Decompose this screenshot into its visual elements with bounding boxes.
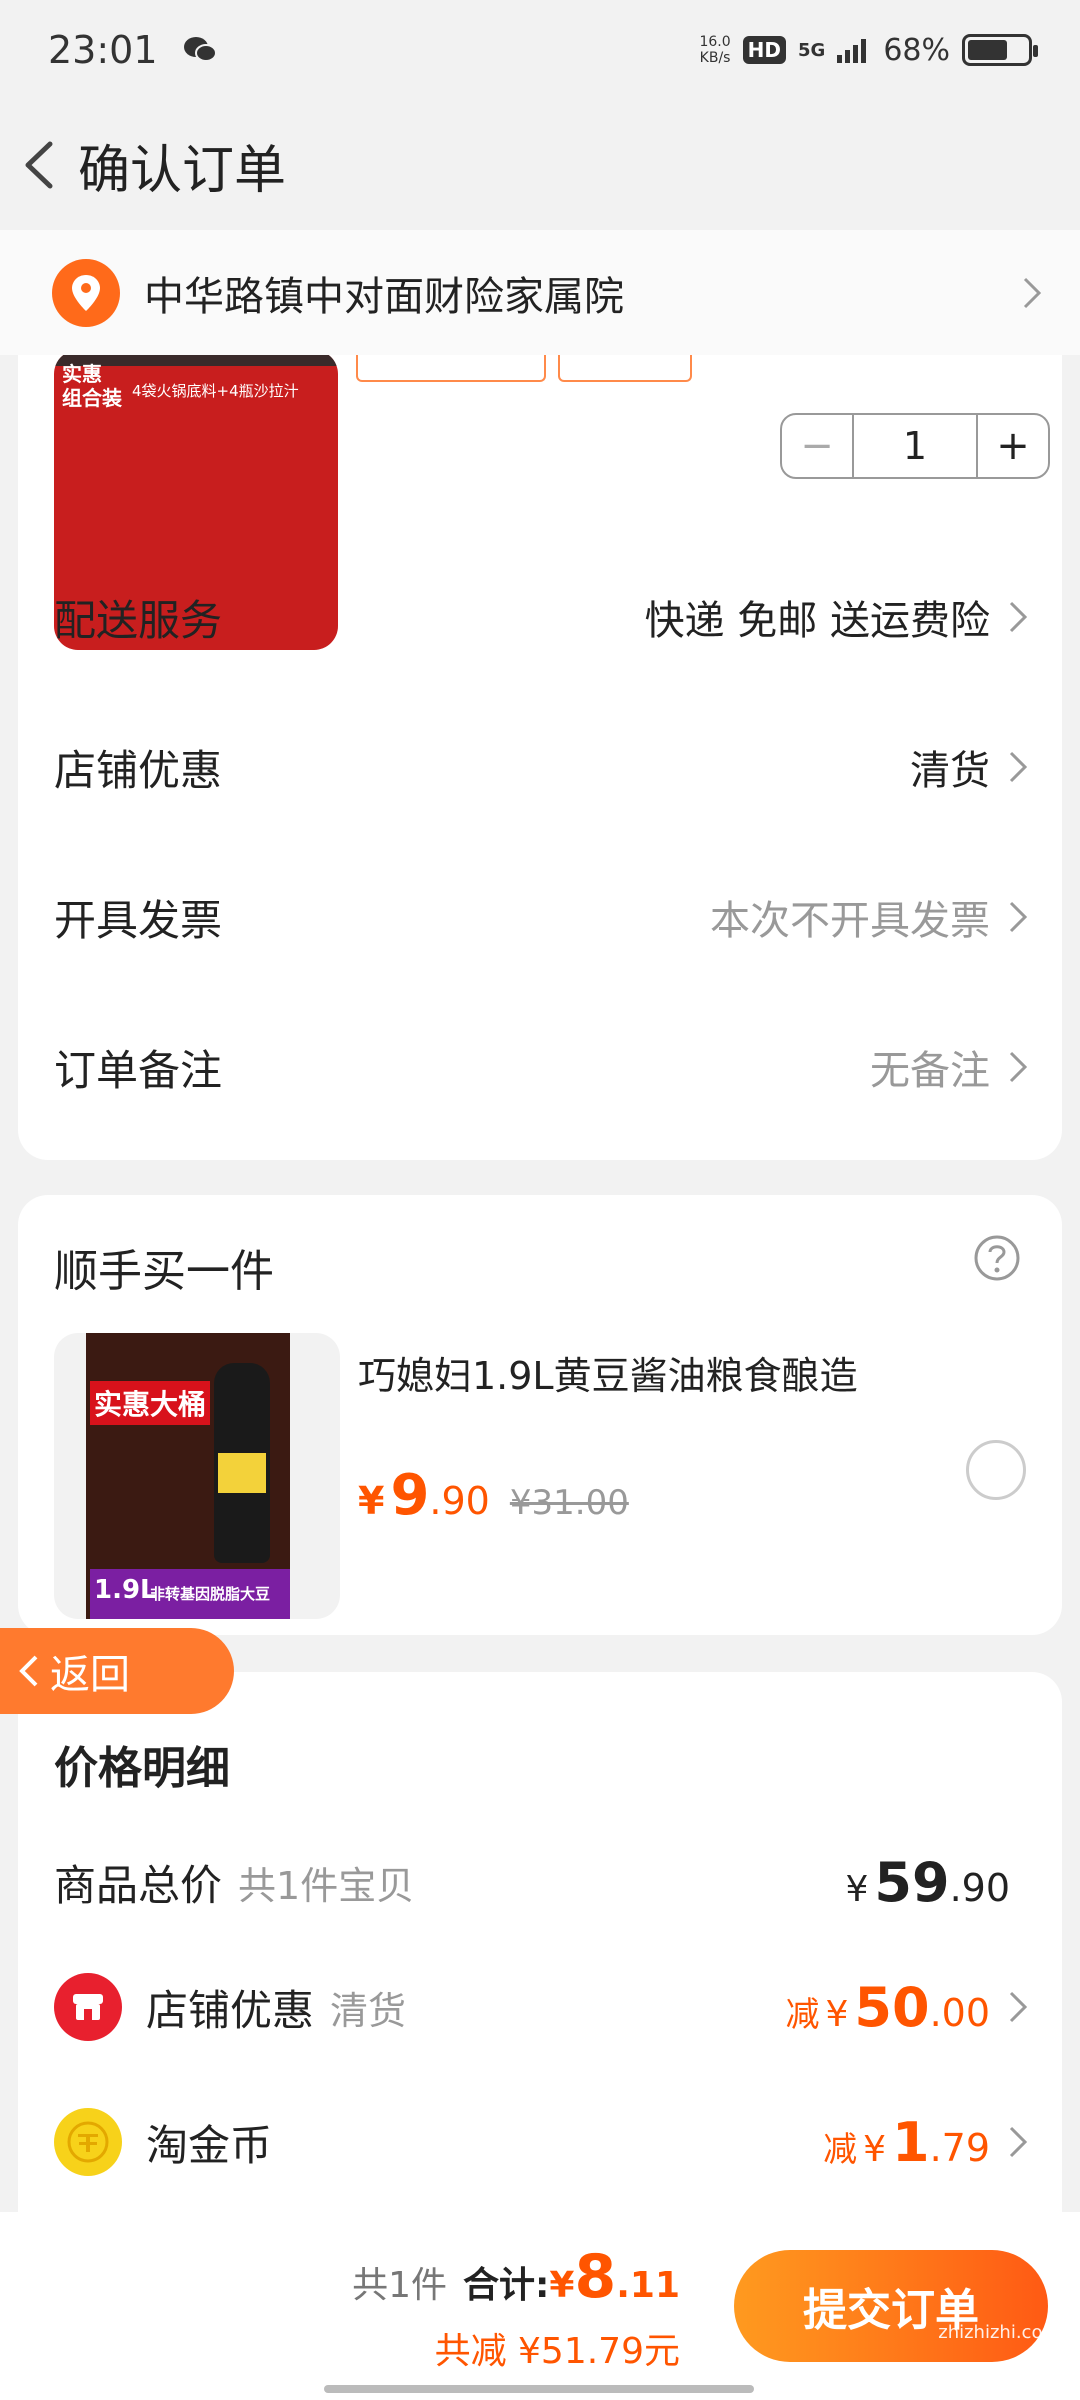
- taojinbi-row[interactable]: 淘金币 减 ¥ 1 .79: [54, 2097, 1030, 2187]
- increase-button[interactable]: +: [978, 415, 1048, 477]
- delivery-service-row[interactable]: 配送服务 快递 免邮 送运费险: [54, 572, 1030, 662]
- submit-order-button[interactable]: 提交订单: [734, 2250, 1048, 2362]
- chevron-right-icon: [1009, 601, 1028, 633]
- quantity-value[interactable]: 1: [852, 415, 978, 477]
- back-arrow-icon[interactable]: [14, 130, 64, 200]
- chevron-right-icon: [1009, 2126, 1028, 2158]
- address-bar[interactable]: 中华路镇中对面财险家属院: [0, 230, 1080, 355]
- clock: 23:01: [48, 28, 158, 72]
- shop-icon: [54, 1973, 122, 2041]
- add-on-product-name[interactable]: 巧媳妇1.9L黄豆酱油粮食酿造: [358, 1345, 858, 1400]
- battery-level: [968, 40, 1008, 60]
- page-title: 确认订单: [78, 140, 287, 201]
- chevron-right-icon: [1023, 277, 1042, 308]
- hd-badge: HD: [742, 36, 786, 64]
- chevron-left-icon: [19, 1655, 38, 1687]
- signal-icon: [837, 39, 867, 63]
- help-icon[interactable]: [972, 1233, 1022, 1283]
- floating-back-button[interactable]: 返回: [0, 1628, 234, 1714]
- price-detail-heading: 价格明细: [54, 1743, 230, 1794]
- total-amount: ¥ 8 .11: [549, 2242, 680, 2312]
- status-bar: 23:01 16.0 KB/s HD 5G 68%: [0, 0, 1080, 100]
- add-on-card: 顺手买一件 实惠大桶 1.9L 非转基因脱脂大豆 巧媳妇1.9L黄豆酱油粮食酿造…: [18, 1195, 1062, 1635]
- goods-total-row: 商品总价 共1件宝贝 ¥ 59 .90: [54, 1850, 1011, 1914]
- battery-percent: 68%: [883, 32, 950, 68]
- add-on-select-radio[interactable]: [966, 1440, 1026, 1500]
- total-saved: 共减 ¥51.79元: [434, 2331, 680, 2372]
- add-on-price: ¥ 9 .90 ¥31.00: [358, 1463, 629, 1528]
- goods-total-amount: ¥ 59 .90: [845, 1850, 1011, 1914]
- order-note-row[interactable]: 订单备注 无备注: [54, 1022, 1030, 1112]
- decrease-button[interactable]: −: [782, 415, 852, 477]
- gold-coin-icon: [54, 2108, 122, 2176]
- add-on-product-image[interactable]: 实惠大桶 1.9L 非转基因脱脂大豆: [54, 1333, 340, 1619]
- invoice-row[interactable]: 开具发票 本次不开具发票: [54, 872, 1030, 962]
- address-text: 中华路镇中对面财险家属院: [144, 273, 624, 320]
- status-icons: 16.0 KB/s HD 5G 68%: [699, 32, 1038, 68]
- chevron-right-icon: [1009, 901, 1028, 933]
- network-type: 5G: [798, 39, 826, 61]
- watermark: zhizhizhi.com: [938, 2322, 1060, 2343]
- shop-discount-amount: 减 ¥ 50 .00: [785, 1975, 991, 2039]
- chevron-right-icon: [1009, 1991, 1028, 2023]
- order-card: 实惠 组合装 4袋火锅底料+4瓶沙拉汁 − 1 + 配送服务 快递 免邮 送运费…: [18, 230, 1062, 1160]
- shop-discount-detail-row[interactable]: 店铺优惠 清货 减 ¥ 50 .00: [54, 1962, 1030, 2052]
- chevron-right-icon: [1009, 751, 1028, 783]
- add-on-heading: 顺手买一件: [54, 1246, 274, 1297]
- nav-bar: 确认订单: [0, 100, 1080, 230]
- taojinbi-amount: 减 ¥ 1 .79: [823, 2110, 990, 2174]
- order-total: 共1件 合计: ¥ 8 .11: [352, 2242, 680, 2312]
- shop-discount-row[interactable]: 店铺优惠 清货: [54, 722, 1030, 812]
- bottom-bar: 共1件 合计: ¥ 8 .11 共减 ¥51.79元 提交订单 zhizhizh…: [0, 2212, 1080, 2400]
- battery-icon: [962, 34, 1038, 66]
- original-price: ¥31.00: [509, 1483, 629, 1523]
- chevron-right-icon: [1009, 1051, 1028, 1083]
- home-indicator[interactable]: [324, 2385, 754, 2393]
- price-detail-card: 价格明细 商品总价 共1件宝贝 ¥ 59 .90 店铺优惠 清货 减 ¥ 50 …: [18, 1672, 1062, 2292]
- location-pin-icon: [52, 258, 120, 327]
- quantity-stepper: − 1 +: [780, 413, 1050, 479]
- wechat-icon: [183, 37, 217, 62]
- network-speed: 16.0 KB/s: [699, 34, 731, 66]
